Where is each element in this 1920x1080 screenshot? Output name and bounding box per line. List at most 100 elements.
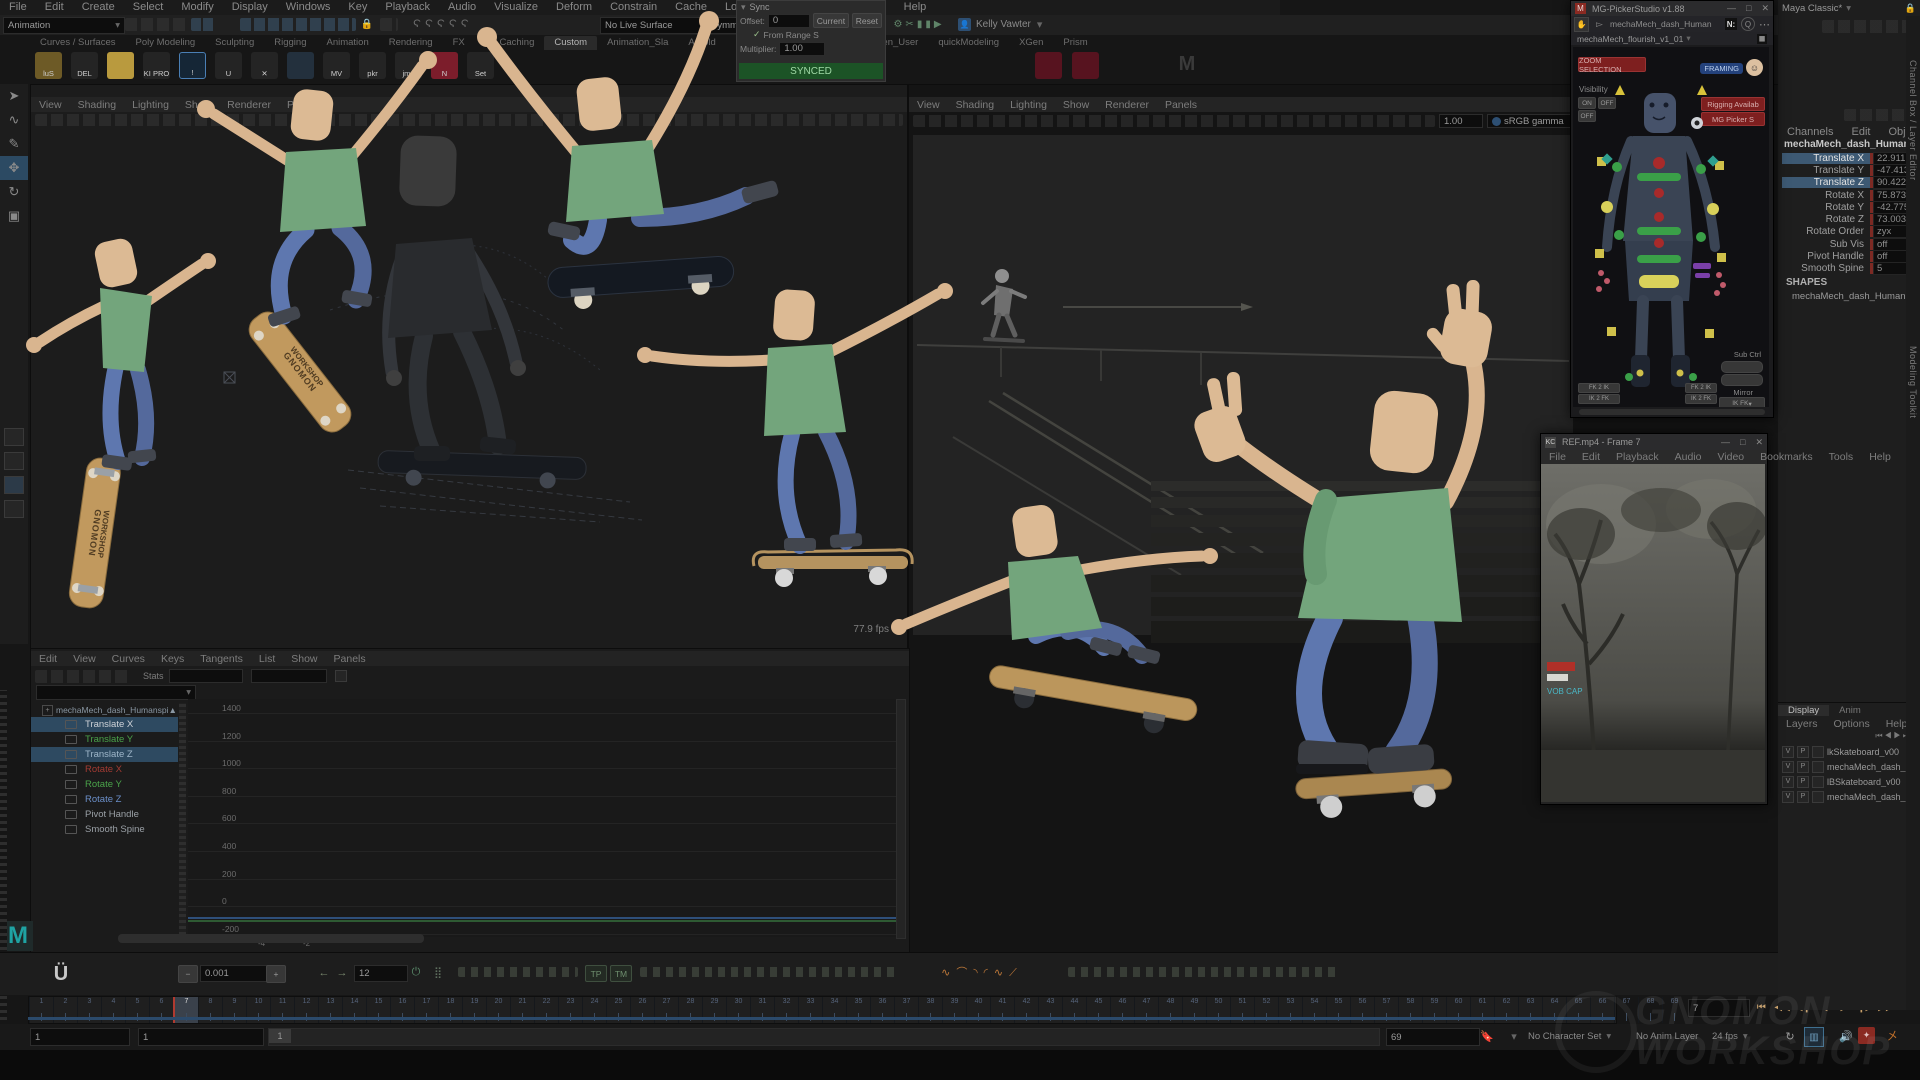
toolbox-tool-2[interactable]: ✎ (0, 132, 28, 156)
anim-layer-dropdown[interactable]: No Anim Layer (1636, 1028, 1698, 1044)
mute-icon[interactable] (65, 765, 77, 774)
graph-snapshot-icon[interactable]: ▥ (1804, 1027, 1824, 1047)
layer-visibility-toggle[interactable]: V (1782, 761, 1794, 773)
viewport-left[interactable]: ViewShadingLightingShowRendererPanels 77… (30, 84, 908, 650)
layer-menu-options[interactable]: Options (1826, 718, 1878, 730)
tween-preset-buttons-1[interactable] (458, 967, 578, 977)
tab-channel-box[interactable]: Channel Box / Layer Editor (1908, 60, 1918, 181)
shape-name[interactable]: mechaMech_dash_Human:spi (1778, 291, 1920, 304)
graph-menu-show[interactable]: Show (283, 653, 325, 665)
stats-field-1[interactable] (169, 669, 243, 683)
shelf-tab-poly-modeling[interactable]: Poly Modeling (126, 36, 206, 50)
reset-button[interactable]: Reset (852, 13, 882, 28)
shelf-tab-fx-caching[interactable]: FX Caching (475, 36, 545, 50)
graph-menu-list[interactable]: List (251, 653, 283, 665)
playback-end-field[interactable]: 69 (1386, 1028, 1480, 1046)
shelf-icon-N[interactable]: N (431, 52, 458, 79)
menu-constrain[interactable]: Constrain (601, 0, 666, 15)
mute-icon[interactable] (65, 735, 77, 744)
tween-value-field[interactable]: 0.001 (200, 965, 272, 982)
sub-ctrl-slot-1[interactable] (1721, 361, 1763, 373)
n-icon[interactable]: N: (1725, 18, 1737, 30)
close-icon[interactable]: ✕ (1761, 3, 1769, 14)
menu-edit[interactable]: Edit (36, 0, 73, 15)
mute-icon[interactable] (65, 750, 77, 759)
selection-mask-icons[interactable] (191, 18, 215, 31)
tab-modeling-toolkit[interactable]: Modeling Toolkit (1908, 346, 1918, 418)
shelf-tab-animation-sla[interactable]: Animation_Sla (597, 36, 678, 50)
loop-icon[interactable]: ↻ (1782, 1028, 1798, 1044)
shelf-icon-pkr[interactable]: pkr (359, 52, 386, 79)
viewport-left-toolbar[interactable] (35, 114, 903, 126)
mute-icon[interactable] (65, 720, 77, 729)
expand-icon[interactable]: + (42, 705, 53, 716)
multiplier-field[interactable]: 1.00 (779, 42, 825, 56)
next-key-icon[interactable]: → (334, 965, 350, 981)
sub-ctrl-slot-2[interactable] (1721, 374, 1763, 386)
ikfk-dropdown[interactable]: IK FK ▾ (1719, 397, 1765, 407)
viewport-right-toolbar[interactable] (913, 115, 1435, 127)
layer-row-2[interactable]: VPlBSkateboard_v00 (1782, 774, 1918, 789)
shelf-tab-rigging[interactable]: Rigging (264, 36, 316, 50)
ik2fk-button-right[interactable]: IK 2 FK (1685, 394, 1717, 404)
hand-tool-icon[interactable]: ✋ (1574, 17, 1589, 32)
graph-menu-curves[interactable]: Curves (104, 653, 153, 665)
graph-channel-translate-y[interactable]: Translate Y (31, 732, 178, 747)
layer-visibility-toggle[interactable]: V (1782, 746, 1794, 758)
layer-color-swatch[interactable] (1812, 776, 1824, 788)
toolbox-tool-1[interactable]: ∿ (0, 108, 28, 132)
graph-menu-edit[interactable]: Edit (31, 653, 65, 665)
channel-row-rotate-y[interactable]: Rotate Y-42.775 (1782, 201, 1920, 213)
menu-select[interactable]: Select (124, 0, 173, 15)
shelf-tab-arnold[interactable]: Arnold (678, 36, 725, 50)
picker-namespace[interactable]: mechaMech_dash_Human (1610, 19, 1712, 29)
vp-left-menu-view[interactable]: View (31, 99, 70, 111)
toolbox-tool-0[interactable]: ➤ (0, 84, 28, 108)
tween-preset-buttons-3[interactable] (1068, 967, 1338, 977)
layer-visibility-toggle[interactable]: V (1782, 791, 1794, 803)
layer-playback-toggle[interactable]: P (1797, 761, 1809, 773)
vp-left-menu-renderer[interactable]: Renderer (219, 99, 279, 111)
video-titlebar[interactable]: KC REF.mp4 - Frame 7 —□✕ (1541, 434, 1767, 450)
layer-color-swatch[interactable] (1812, 791, 1824, 803)
playblast-icons[interactable]: ⚙✂▮▮▶ (884, 16, 954, 32)
menu-file[interactable]: File (0, 0, 36, 15)
video-menu-playback[interactable]: Playback (1608, 451, 1667, 463)
ik2fk-button-left[interactable]: IK 2 FK (1578, 394, 1620, 404)
picker-tab-button[interactable]: ◼ (1757, 34, 1767, 44)
history-icons[interactable] (380, 18, 398, 31)
graph-hscrollbar[interactable] (118, 934, 424, 943)
shelf-tab-custom[interactable]: Custom (544, 36, 597, 50)
vp-right-menu-shading[interactable]: Shading (948, 99, 1003, 111)
maximize-icon[interactable]: □ (1740, 437, 1745, 448)
tm-button[interactable]: TM (610, 965, 632, 982)
toolbox-tool-4[interactable]: ↻ (0, 180, 28, 204)
layer-playback-toggle[interactable]: P (1797, 746, 1809, 758)
maximize-icon[interactable]: □ (1746, 3, 1751, 14)
video-menu-edit[interactable]: Edit (1574, 451, 1608, 463)
current-button[interactable]: Current (813, 13, 849, 28)
tween-preset-buttons-2[interactable] (640, 967, 900, 977)
graph-vscrollbar[interactable] (179, 703, 186, 935)
shelf-icon-badge-2[interactable] (107, 52, 134, 79)
video-menu-help[interactable]: Help (1861, 451, 1899, 463)
layer-sync-icons[interactable]: ⏮◀▶⏭ (1778, 730, 1920, 742)
graph-channel-smooth-spine[interactable]: Smooth Spine (31, 822, 178, 837)
toolbox-tool-3[interactable]: ✥ (0, 156, 28, 180)
channel-tree-header[interactable]: + mechaMech_dash_Humanspi ▲ (36, 703, 184, 717)
shelf-icon-KI PRO[interactable]: KI PRO (143, 52, 170, 79)
layer-color-swatch[interactable] (1812, 746, 1824, 758)
layer-row-3[interactable]: VPmechaMech_dash_ (1782, 789, 1918, 804)
collapse-icon[interactable]: ▾ (741, 2, 746, 13)
channel-row-translate-y[interactable]: Translate Y-47.413 (1782, 164, 1920, 176)
layer-playback-toggle[interactable]: P (1797, 776, 1809, 788)
vp-right-menu-lighting[interactable]: Lighting (1002, 99, 1055, 111)
display-layer-icons[interactable] (1844, 109, 1914, 121)
playback-start-field[interactable]: 1 (138, 1028, 264, 1046)
graph-channel-translate-x[interactable]: Translate X (31, 717, 178, 732)
video-menu-tools[interactable]: Tools (1821, 451, 1862, 463)
vp-left-menu-show[interactable]: Show (177, 99, 219, 111)
gamma-field[interactable]: 1.00 (1439, 114, 1483, 128)
fps-dropdown[interactable]: 24 fps▾ (1712, 1028, 1748, 1044)
fk2ik-button-right[interactable]: FK 2 IK (1685, 383, 1717, 393)
